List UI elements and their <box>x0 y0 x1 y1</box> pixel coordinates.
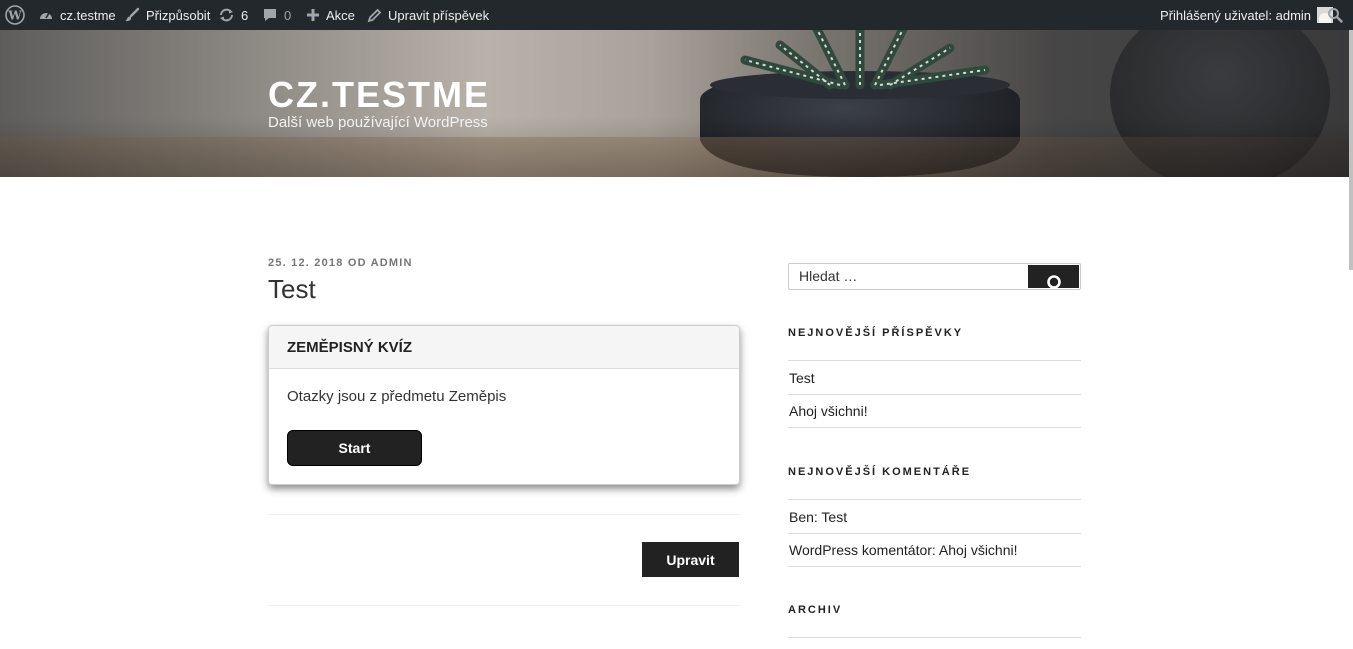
recent-comments-list: Ben: Test WordPress komentátor: Ahoj vši… <box>788 499 1081 567</box>
recent-posts-list: Test Ahoj všichni! <box>788 360 1081 428</box>
site-name-label: cz.testme <box>60 7 116 23</box>
recent-comments-title: NEJNOVĚJŠÍ KOMENTÁŘE <box>788 466 972 478</box>
comments-link[interactable]: 0 <box>262 0 291 30</box>
archive-link[interactable]: Prosinec 2018 <box>788 637 1081 649</box>
wordpress-logo-button[interactable]: W <box>5 0 25 30</box>
header-shade <box>0 117 1353 177</box>
greeting-label: Přihlášený uživatel: admin <box>1160 7 1312 23</box>
my-account-link[interactable]: Přihlášený uživatel: admin <box>1160 0 1334 30</box>
search-submit-button[interactable] <box>1028 265 1079 288</box>
search-icon <box>1327 7 1343 23</box>
edit-post-button[interactable]: Upravit <box>642 542 739 577</box>
quiz-description: Otazky jsou z předmetu Zeměpis <box>287 388 507 405</box>
post-meta[interactable]: 25. 12. 2018 OD ADMIN <box>268 257 413 269</box>
quiz-box: ZEMĚPISNÝ KVÍZ Otazky jsou z předmetu Ze… <box>268 325 740 485</box>
customize-link[interactable]: Přizpůsobit <box>124 0 210 30</box>
site-header: CZ.TESTME Další web používající WordPres… <box>0 30 1353 177</box>
wordpress-logo-icon: W <box>5 5 25 25</box>
archive-list: Prosinec 2018 <box>788 637 1081 649</box>
paintbrush-icon <box>124 7 140 23</box>
recent-posts-title: NEJNOVĚJŠÍ PŘÍSPĚVKY <box>788 327 964 339</box>
site-description: Další web používající WordPress <box>268 114 488 131</box>
edit-post-link[interactable]: Upravit příspěvek <box>367 0 489 30</box>
recent-post-link[interactable]: Test <box>788 360 1081 394</box>
edit-post-label: Upravit příspěvek <box>388 7 490 23</box>
pencil-icon <box>367 8 382 23</box>
search-input[interactable]: Hledat … <box>799 268 857 284</box>
archive-title: ARCHIV <box>788 604 843 616</box>
quiz-title: ZEMĚPISNÝ KVÍZ <box>269 326 739 369</box>
plus-icon <box>306 8 320 22</box>
scrollbar[interactable] <box>1349 30 1353 270</box>
updates-link[interactable]: 6 <box>218 0 248 30</box>
dashboard-icon <box>38 7 54 23</box>
customize-label: Přizpůsobit <box>146 7 211 23</box>
updates-icon <box>218 7 235 23</box>
post-title: Test <box>268 274 316 304</box>
new-content-label: Akce <box>326 7 355 23</box>
recent-comment-link[interactable]: Ben: Test <box>788 499 1081 533</box>
svg-text:W: W <box>7 9 22 23</box>
updates-count: 6 <box>241 7 249 23</box>
admin-bar-search-button[interactable] <box>1327 0 1343 30</box>
admin-bar-site-link[interactable]: cz.testme <box>38 0 116 30</box>
search-form: Hledat … <box>788 263 1081 290</box>
admin-bar: W cz.testme Přizpůsobit 6 0 Akce Upravit… <box>0 0 1353 30</box>
comment-icon <box>262 7 278 23</box>
new-content-link[interactable]: Akce <box>306 0 355 30</box>
recent-post-link[interactable]: Ahoj všichni! <box>788 394 1081 428</box>
comments-count: 0 <box>284 7 292 23</box>
divider <box>268 514 740 515</box>
site-title[interactable]: CZ.TESTME <box>268 74 490 116</box>
divider <box>268 605 740 606</box>
start-quiz-button[interactable]: Start <box>287 430 422 466</box>
search-icon <box>1044 265 1064 288</box>
recent-comment-link[interactable]: WordPress komentátor: Ahoj všichni! <box>788 533 1081 567</box>
